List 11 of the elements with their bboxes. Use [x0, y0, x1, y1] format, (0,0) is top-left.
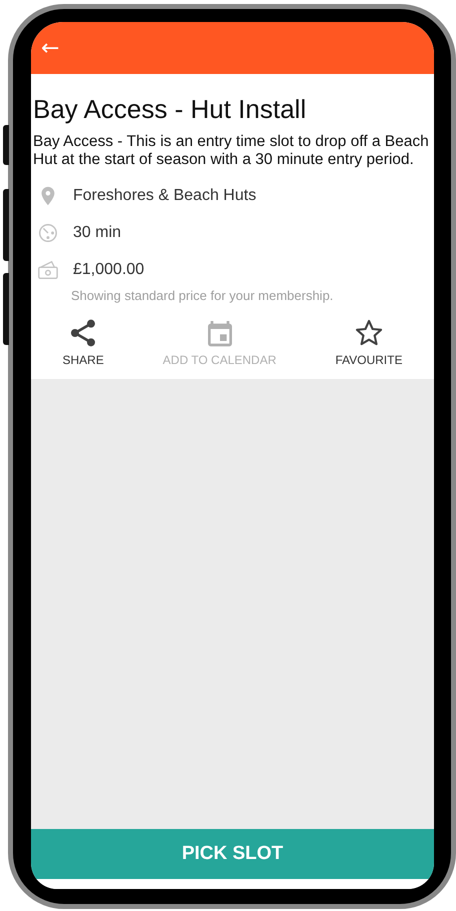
back-button[interactable]: ←: [37, 36, 64, 60]
detail-text: 30 min: [73, 224, 122, 242]
action-button[interactable]: FAVOURITE: [335, 317, 402, 367]
action-button[interactable]: SHARE: [62, 317, 104, 367]
cash-icon: [35, 258, 61, 280]
page-title: Bay Access - Hut Install: [33, 94, 308, 125]
pick-slot-button[interactable]: PICK SLOT: [31, 829, 434, 879]
price-note: Showing standard price for your membership.: [71, 288, 334, 303]
detail-text: Foreshores & Beach Huts: [73, 186, 256, 204]
description: Bay Access - This is an entry time slot to drop off a Beach Hut at the start of season with a 30 minute entry period.: [33, 133, 430, 169]
detail-text: £1,000.00: [73, 260, 144, 278]
